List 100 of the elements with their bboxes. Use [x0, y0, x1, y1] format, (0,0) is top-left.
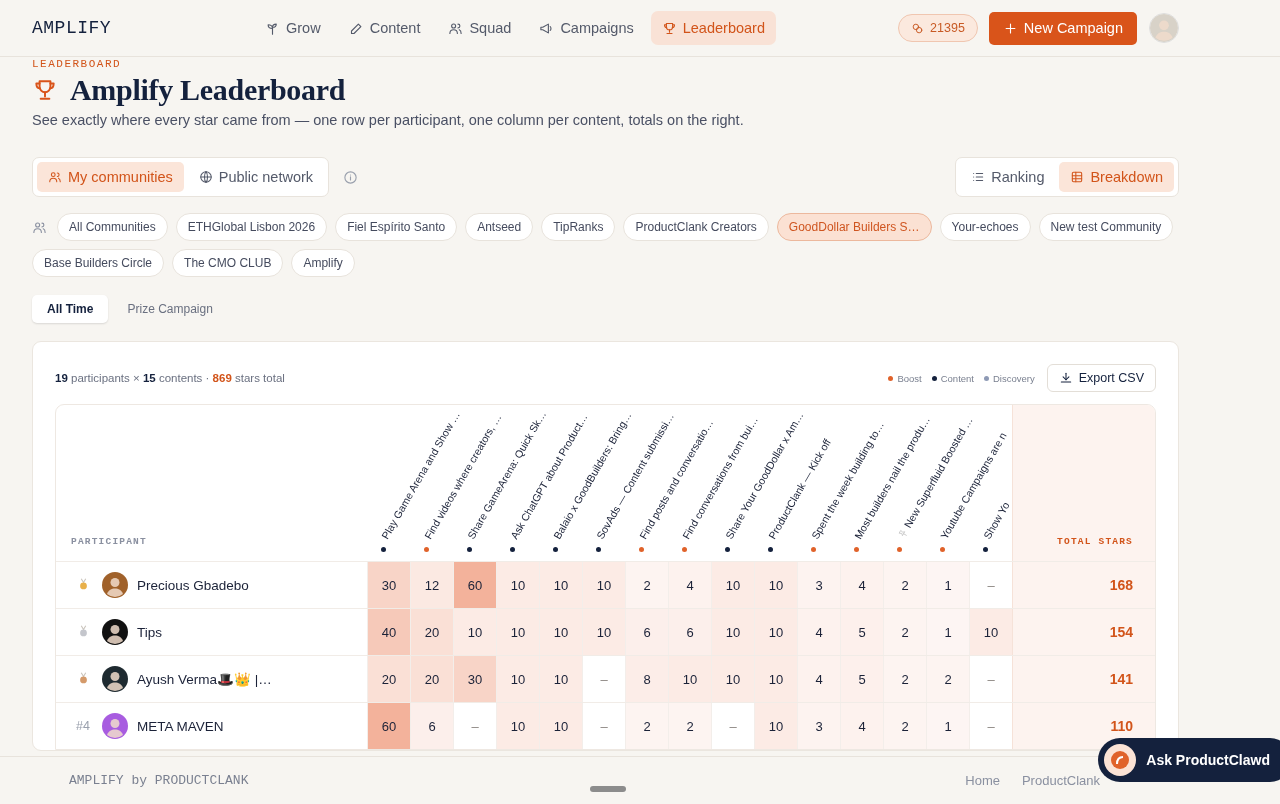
community-chip[interactable]: Fiel Espírito Santo [335, 213, 458, 241]
table-cell: 2 [883, 609, 926, 655]
content-type-dot [639, 547, 644, 552]
content-type-dot [725, 547, 730, 552]
table-cell: 10 [496, 562, 539, 608]
table-cell: 60 [367, 703, 410, 749]
community-chip[interactable]: ProductClank Creators [623, 213, 769, 241]
table-cell: 6 [625, 609, 668, 655]
participant-name[interactable]: Ayush Verma🎩👑 |… [137, 671, 272, 687]
nav-tab[interactable]: Campaigns [528, 11, 645, 45]
table-cell: 10 [711, 609, 754, 655]
nav-tab[interactable]: Grow [254, 11, 332, 45]
rank-number: #4 [75, 719, 91, 733]
page-eyebrow: LEADERBOARD [32, 58, 123, 70]
content-type-dot [897, 547, 902, 552]
table-cell: 10 [754, 656, 797, 702]
legend-label: Content [940, 372, 974, 384]
content-type-dot [768, 547, 773, 552]
page-subtitle: See exactly where every star came from — one row per participant, one column per content, totals on the right. [32, 112, 745, 128]
table-cell: 10 [969, 609, 1012, 655]
period-tab[interactable]: Prize Campaign [112, 295, 228, 323]
table-cell: 10 [582, 562, 625, 608]
table-cell: – [711, 703, 754, 749]
content-type-dot [510, 547, 515, 552]
table-cell: 1 [926, 609, 969, 655]
table-cell: 10 [754, 562, 797, 608]
community-chip[interactable]: Your-echoes [939, 213, 1031, 241]
table-cell: 40 [367, 609, 410, 655]
community-chip[interactable]: Base Builders Circle [32, 249, 165, 277]
table-cell: 5 [840, 656, 883, 702]
plus-icon [1002, 20, 1018, 36]
table-cell: 1 [926, 703, 969, 749]
content-type-dot [553, 547, 558, 552]
people-icon [448, 20, 464, 36]
export-csv-button[interactable]: Export CSV [1046, 364, 1156, 392]
table-cell: 20 [410, 656, 453, 702]
table-cell: 20 [367, 656, 410, 702]
table-cell: 2 [668, 703, 711, 749]
table-cell: 3 [797, 562, 840, 608]
content-type-dot [424, 547, 429, 552]
table-cell: 10 [539, 703, 582, 749]
community-chip[interactable]: The CMO CLUB [172, 249, 284, 277]
info-icon [343, 169, 359, 185]
trophy-icon [661, 20, 677, 36]
table-cell: 5 [840, 609, 883, 655]
nav-tab[interactable]: Squad [437, 11, 523, 45]
table-cell: 2 [883, 562, 926, 608]
table-cell: 30 [367, 562, 410, 608]
ask-assistant-button[interactable]: Ask ProductClawd [1098, 738, 1280, 782]
user-avatar [1150, 14, 1178, 42]
content-type-dot [854, 547, 859, 552]
table-cell: 4 [668, 562, 711, 608]
app-logo[interactable]: AMPLIFY [32, 18, 232, 38]
table-cell: 10 [711, 562, 754, 608]
table-cell: 60 [453, 562, 496, 608]
table-cell: 6 [668, 609, 711, 655]
points-badge: 21395 [898, 14, 978, 42]
community-chip[interactable]: Antseed [465, 213, 534, 241]
legend-label: Discovery [993, 372, 1035, 384]
total-stars: 168 [1012, 562, 1155, 608]
column-heading: TOTAL STARS [1057, 536, 1133, 547]
table-cell: 4 [797, 609, 840, 655]
drag-handle[interactable] [590, 786, 626, 792]
table-cell: 10 [754, 609, 797, 655]
people-icon [32, 219, 47, 235]
participant-name[interactable]: Precious Gbadebo [137, 577, 249, 593]
total-stars: 154 [1012, 609, 1155, 655]
community-chip[interactable]: All Communities [57, 213, 168, 241]
globe-icon [198, 170, 213, 184]
table-cell: 1 [926, 562, 969, 608]
community-chip[interactable]: TipRanks [541, 213, 616, 241]
page-title: Amplify Leaderboard [70, 73, 346, 107]
participant-name[interactable]: META MAVEN [137, 718, 224, 734]
nav-tab[interactable]: Content [337, 11, 432, 45]
table-cell: 10 [539, 562, 582, 608]
table-cell: 10 [539, 656, 582, 702]
scope-option[interactable]: My communities [37, 162, 184, 192]
table-cell: 4 [797, 656, 840, 702]
assistant-logo-icon [1110, 750, 1131, 770]
period-tab[interactable]: All Time [32, 295, 109, 323]
content-type-dot [467, 547, 472, 552]
grid-icon [1070, 170, 1085, 184]
view-option[interactable]: Ranking [960, 162, 1056, 192]
total-stars: 141 [1012, 656, 1155, 702]
content-type-dot [940, 547, 945, 552]
table-cell: – [582, 656, 625, 702]
content-type-dot [596, 547, 601, 552]
table-cell: 10 [711, 656, 754, 702]
participant-name[interactable]: Tips [137, 624, 162, 640]
community-chip[interactable]: ETHGlobal Lisbon 2026 [175, 213, 328, 241]
legend-label: Boost [897, 372, 922, 384]
table-cell: 4 [840, 703, 883, 749]
community-chip[interactable]: Amplify [291, 249, 355, 277]
table-cell: 30 [453, 656, 496, 702]
new-campaign-button[interactable]: New Campaign [988, 11, 1137, 45]
content-type-dot [811, 547, 816, 552]
scope-option[interactable]: Public network [187, 162, 325, 192]
table-cell: 2 [926, 656, 969, 702]
community-chip[interactable]: New test Community [1038, 213, 1174, 241]
coins-icon [911, 21, 925, 35]
